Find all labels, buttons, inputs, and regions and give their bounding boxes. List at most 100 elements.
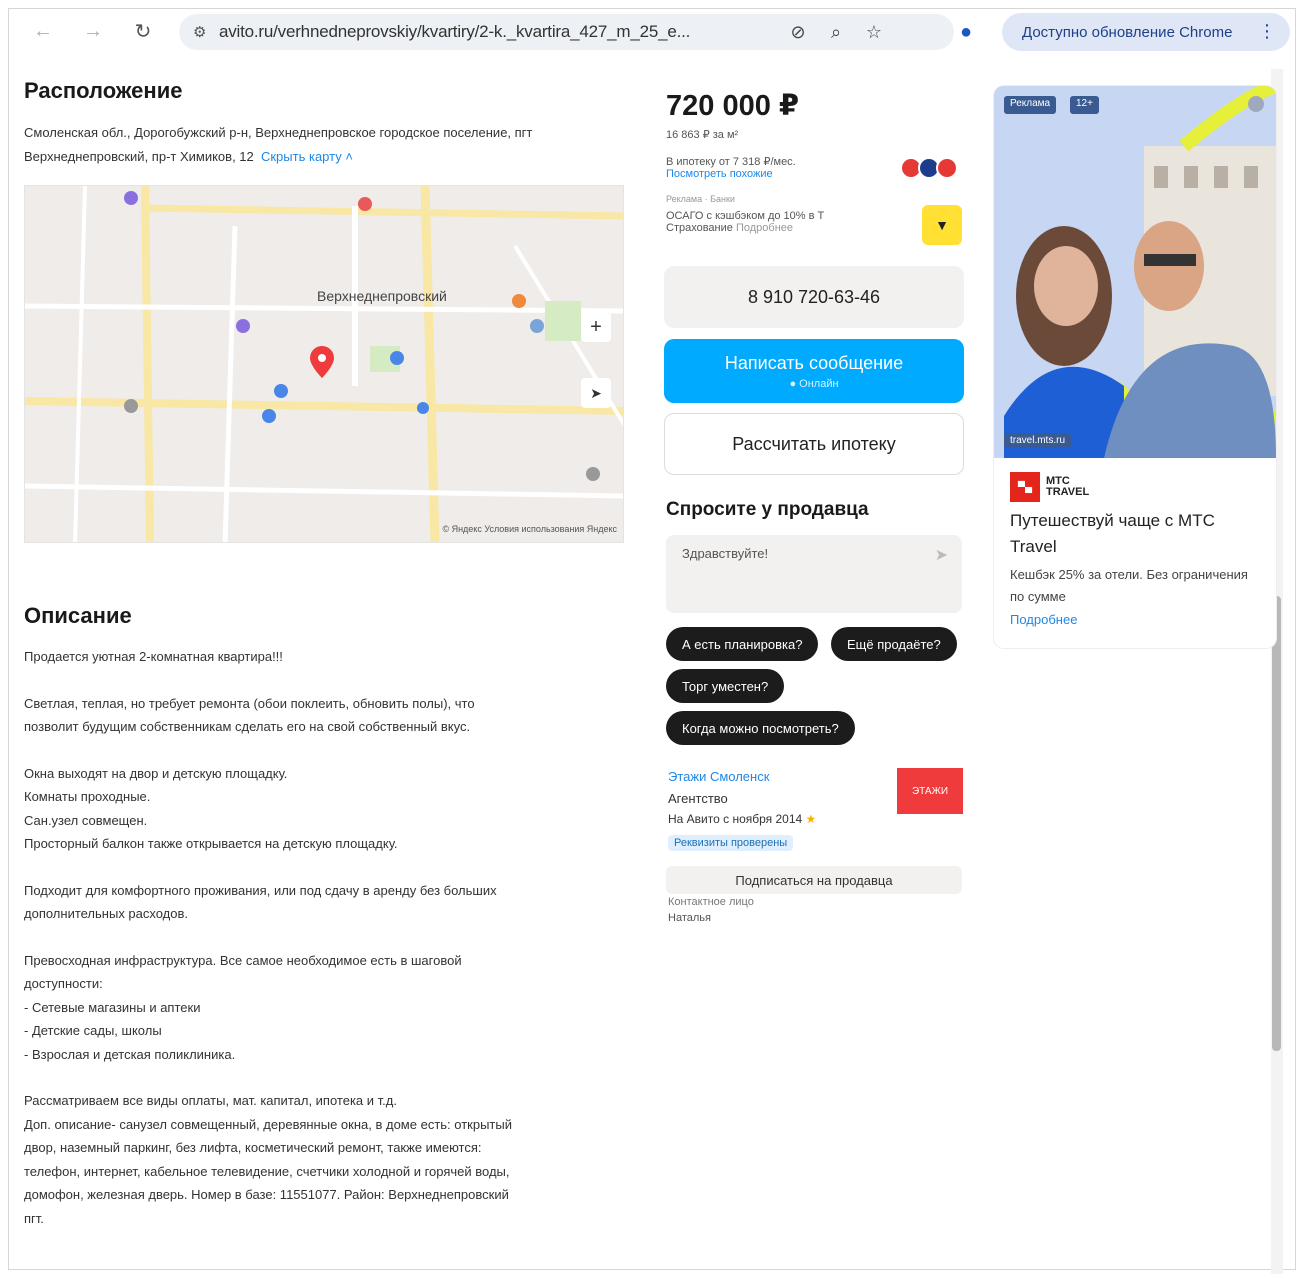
message-label: Написать сообщение (724, 352, 904, 373)
address-bar[interactable]: ⚙ avito.ru/verhnedneprovskiy/kvartiry/2-… (179, 14, 954, 50)
description-line: Комнаты проходные. (24, 789, 151, 804)
ad-title[interactable]: Путешествуй чаще с МТС Travel (1010, 508, 1260, 560)
calculate-mortgage-button[interactable]: Рассчитать ипотеку (664, 413, 964, 475)
description-line: пгт. (24, 1210, 44, 1226)
mortgage-link[interactable]: Посмотреть похожие (666, 168, 773, 180)
age-badge: 12+ (1070, 96, 1099, 114)
description-line: Доп. описание- санузел совмещенный, дере… (24, 1116, 512, 1132)
description-paragraph: Окна выходят на двор и детскую площадку.… (24, 762, 624, 856)
description-paragraph: Подходит для комфортного проживания, или… (24, 879, 624, 926)
price: 720 000 ₽ (666, 90, 800, 122)
zoom-in-button[interactable]: + (581, 312, 611, 342)
quick-question-chip[interactable]: А есть планировка? (666, 627, 819, 661)
ad-badge: Реклама (1004, 96, 1057, 114)
ad-photo (994, 86, 1276, 458)
description-paragraph: Продается уютная 2-комнатная квартира!!! (24, 645, 624, 669)
description-line: домофон, железная дверь. Номер в базе: 1… (24, 1187, 509, 1202)
geolocation-icon[interactable]: ➤ (581, 378, 611, 408)
insurance-link[interactable]: Подробнее (736, 222, 793, 234)
quick-question-chip[interactable]: Когда можно посмотреть? (666, 711, 855, 745)
description-paragraph: Рассматриваем все виды оплаты, мат. капи… (24, 1089, 624, 1230)
description-line: - Сетевые магазины и аптеки (24, 999, 201, 1015)
reload-icon[interactable]: ↻ (125, 13, 161, 49)
back-arrow-icon[interactable]: ← (25, 13, 61, 49)
ask-input-text: Здравствуйте! (682, 546, 769, 561)
verified-badge: Реквизиты проверены (668, 835, 794, 851)
seller-type: Агентство (668, 791, 728, 806)
scrollbar-thumb[interactable] (1272, 596, 1281, 1051)
ad-options-icon[interactable] (1248, 96, 1264, 112)
chrome-update-button[interactable]: Доступно обновление Chrome ⋮ (1002, 13, 1290, 51)
location-title: Расположение (24, 78, 183, 103)
zoom-icon[interactable]: ⌕ (817, 22, 855, 43)
browser-toolbar: ← → ↻ ⚙ avito.ru/verhnedneprovskiy/kvart… (9, 9, 1295, 53)
bookmark-star-icon[interactable]: ☆ (855, 22, 893, 43)
description-line: позволит будущим собственникам сделать е… (24, 719, 471, 734)
forward-arrow-icon[interactable]: → (75, 13, 111, 49)
map-footer[interactable]: © Яндекс Условия использования Яндекс (442, 524, 617, 534)
map[interactable]: Верхнеднепровский + ➤ © Яндекс Условия и… (24, 185, 624, 543)
mortgage-text: В ипотеку от 7 318 ₽/мес. (666, 156, 796, 168)
ad-label: Реклама · Банки (666, 194, 735, 204)
description-line: Превосходная инфраструктура. Все самое н… (24, 952, 462, 968)
tracking-protection-icon[interactable]: ⊘ (779, 22, 817, 43)
mortgage-button-label: Рассчитать ипотеку (732, 433, 896, 454)
quick-question-chip[interactable]: Торг уместен? (666, 669, 785, 703)
description-paragraph: Превосходная инфраструктура. Все самое н… (24, 949, 624, 1067)
online-status: ● Онлайн (789, 377, 839, 390)
description-paragraph: Светлая, теплая, но требует ремонта (обо… (24, 692, 624, 739)
description-line: Окна выходят на двор и детскую площадку. (24, 765, 288, 781)
seller-name-link[interactable]: Этажи Смоленск (668, 769, 769, 784)
update-label: Доступно обновление Chrome (1022, 23, 1233, 41)
description-line: - Детские сады, школы (24, 1023, 162, 1038)
site-settings-icon[interactable]: ⚙ (193, 23, 219, 41)
bank-logo-icon (936, 157, 958, 179)
description-line: Просторный балкон также открывается на д… (24, 836, 398, 851)
subscribe-seller-button[interactable]: Подписаться на продавца (666, 866, 962, 894)
description-line: дополнительных расходов. (24, 906, 189, 921)
quick-question-chip[interactable]: Ещё продаёте? (831, 627, 957, 661)
chevron-up-icon[interactable]: ˄ (342, 149, 353, 164)
send-icon[interactable]: ➤ (935, 545, 948, 565)
write-message-button[interactable]: Написать сообщение ● Онлайн (664, 339, 964, 403)
description-line: Светлая, теплая, но требует ремонта (обо… (24, 695, 475, 711)
profile-icon[interactable]: ● (954, 21, 978, 45)
osago-info: ОСАГО с кэшбэком до 10% в Т Страхование … (666, 210, 824, 234)
description-line: телефон, интернет, кабельное телевидение… (24, 1163, 510, 1179)
ask-seller-input[interactable]: Здравствуйте! ➤ (666, 535, 962, 613)
mts-logo-icon: ▀▄ (1010, 472, 1040, 502)
description-line: Рассматриваем все виды оплаты, мат. капи… (24, 1093, 397, 1108)
description-text: Продается уютная 2-комнатная квартира!!!… (24, 645, 624, 1253)
ad-brand: ▀▄ МТС TRAVEL (1010, 472, 1089, 502)
osago-text: ОСАГО с кэшбэком до 10% в Т (666, 210, 825, 222)
hide-map-link[interactable]: Скрыть карту (261, 149, 342, 164)
star-icon: ★ (805, 812, 817, 826)
url-text[interactable]: avito.ru/verhnedneprovskiy/kvartiry/2-k.… (219, 22, 779, 42)
description-line: Продается уютная 2-комнатная квартира!!! (24, 649, 283, 664)
tbank-logo-icon[interactable]: ▼ (922, 205, 962, 245)
insurance-text: Страхование (666, 222, 733, 234)
description-title: Описание (24, 603, 132, 628)
map-canvas (25, 186, 623, 542)
show-phone-button[interactable]: 8 910 720-63-46 (664, 266, 964, 328)
contact-name: Наталья (668, 912, 711, 924)
map-city-label: Верхнеднепровский (317, 288, 447, 304)
price-per-m2: 16 863 ₽ за м² (666, 129, 739, 141)
bank-logos[interactable] (900, 157, 958, 179)
description-line: - Взрослая и детская поликлиника. (24, 1046, 236, 1062)
seller-logo[interactable]: ЭТАЖИ (897, 768, 963, 814)
ad-text: Кешбэк 25% за отели. Без ограничения по … (1010, 567, 1248, 604)
brand-text: МТС TRAVEL (1046, 476, 1089, 498)
seller-since-text: На Авито с ноября 2014 (668, 812, 803, 826)
description-line: двор, наземный паркинг, без лифта, косме… (24, 1140, 482, 1155)
ad-banner[interactable]: Реклама 12+ travel.mts.ru ▀▄ МТС TRAVEL … (994, 86, 1276, 648)
menu-kebab-icon[interactable]: ⋮ (1258, 21, 1276, 42)
ask-seller-title: Спросите у продавца (666, 499, 869, 520)
phone-number: 8 910 720-63-46 (747, 286, 881, 307)
description-line: доступности: (24, 976, 103, 991)
ad-domain: travel.mts.ru (1004, 433, 1072, 448)
description-line: Сан.узел совмещен. (24, 812, 148, 828)
seller-since: На Авито с ноября 2014 ★ (668, 812, 816, 826)
ad-more-link[interactable]: Подробнее (1010, 612, 1077, 627)
ad-image[interactable]: Реклама 12+ travel.mts.ru (994, 86, 1276, 458)
